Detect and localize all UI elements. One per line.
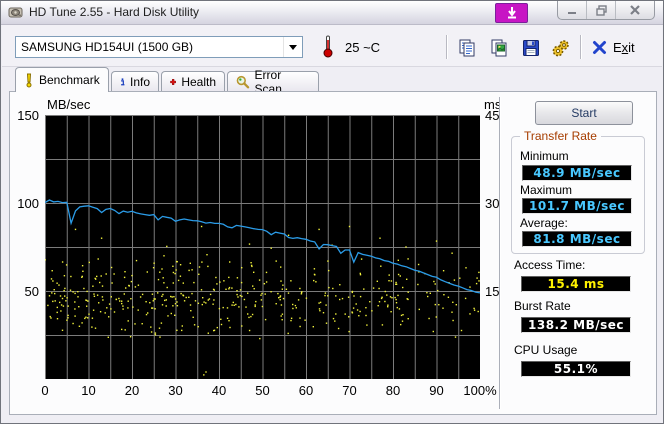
benchmark-chart <box>45 115 480 379</box>
close-button[interactable] <box>615 1 654 19</box>
exit-button[interactable]: Exit <box>588 36 639 58</box>
vertical-divider <box>499 97 501 409</box>
tab-error-scan[interactable]: Error Scan <box>227 71 319 92</box>
x-axis-tick: 90 <box>429 383 443 398</box>
exit-label: Exit <box>613 40 635 55</box>
tab-label: Info <box>130 75 150 89</box>
x-axis-tick: 60 <box>299 383 313 398</box>
tab-info[interactable]: Info <box>111 71 159 92</box>
right-axis-tick: 45 <box>485 108 499 123</box>
groupbox-title: Transfer Rate <box>520 129 601 143</box>
toolbar-separator <box>580 35 582 59</box>
transfer-rate-groupbox: Transfer Rate Minimum 48.9 MB/sec Maximu… <box>511 136 645 254</box>
drive-selector-value: SAMSUNG HD154UI (1500 GB) <box>16 40 283 54</box>
start-button[interactable]: Start <box>535 101 633 125</box>
health-icon <box>170 75 176 89</box>
chevron-down-icon[interactable] <box>283 37 302 57</box>
x-axis-tick: 30 <box>168 383 182 398</box>
toolbar-separator <box>446 35 448 59</box>
x-axis-tick: 50 <box>255 383 269 398</box>
average-value: 81.8 MB/sec <box>522 231 632 247</box>
maximum-value: 101.7 MB/sec <box>522 198 632 214</box>
options-button[interactable] <box>547 34 575 62</box>
access-time-label: Access Time: <box>514 258 585 272</box>
minimum-value: 48.9 MB/sec <box>522 165 632 181</box>
minimize-button[interactable] <box>558 1 586 19</box>
benchmark-icon <box>24 73 34 88</box>
average-label: Average: <box>520 216 568 230</box>
title-bar[interactable]: HD Tune 2.55 - Hard Disk Utility <box>1 1 663 25</box>
cpu-usage-value: 55.1% <box>521 361 631 377</box>
cpu-usage-label: CPU Usage <box>514 343 577 357</box>
burst-rate-value: 138.2 MB/sec <box>521 317 631 333</box>
info-icon <box>120 75 125 89</box>
x-axis-tick: 70 <box>342 383 356 398</box>
left-axis-title: MB/sec <box>47 97 90 112</box>
drive-selector[interactable]: SAMSUNG HD154UI (1500 GB) <box>15 36 303 58</box>
toolbar: SAMSUNG HD154UI (1500 GB) 25 ~C <box>2 25 662 67</box>
app-window: HD Tune 2.55 - Hard Disk Utility <box>0 0 664 424</box>
exit-x-icon <box>592 40 607 55</box>
temperature-readout: 25 ~C <box>345 40 380 55</box>
x-axis-tick: 80 <box>386 383 400 398</box>
left-axis-tick: 100 <box>17 196 39 211</box>
download-arrow-badge[interactable] <box>495 3 528 23</box>
app-icon <box>8 4 24 20</box>
burst-rate-label: Burst Rate <box>514 299 571 313</box>
copy-text-button[interactable] <box>453 34 481 62</box>
x-axis-tick: 10 <box>81 383 95 398</box>
benchmark-page: MB/secms15010050453015010203040506070809… <box>9 91 657 415</box>
tab-label: Health <box>181 75 216 89</box>
copy-image-button[interactable] <box>485 34 513 62</box>
minimum-label: Minimum <box>520 149 569 163</box>
tab-benchmark[interactable]: Benchmark <box>15 67 109 92</box>
tab-label: Benchmark <box>39 73 100 87</box>
restore-button[interactable] <box>586 1 615 19</box>
x-axis-tick: 40 <box>212 383 226 398</box>
thermometer-icon <box>322 34 334 58</box>
window-controls <box>557 1 655 20</box>
left-axis-tick: 50 <box>25 284 39 299</box>
chart-plot-area <box>45 115 480 379</box>
tab-health[interactable]: Health <box>161 71 225 92</box>
window-title: HD Tune 2.55 - Hard Disk Utility <box>29 5 199 19</box>
x-axis-tick: 0 <box>41 383 48 398</box>
save-button[interactable] <box>517 34 545 62</box>
right-axis-tick: 15 <box>485 284 499 299</box>
error-scan-icon <box>236 75 250 89</box>
x-axis-tick: 100% <box>463 383 496 398</box>
x-axis-tick: 20 <box>125 383 139 398</box>
maximum-label: Maximum <box>520 183 572 197</box>
left-axis-tick: 150 <box>17 108 39 123</box>
right-axis-tick: 30 <box>485 196 499 211</box>
access-time-value: 15.4 ms <box>521 276 631 292</box>
